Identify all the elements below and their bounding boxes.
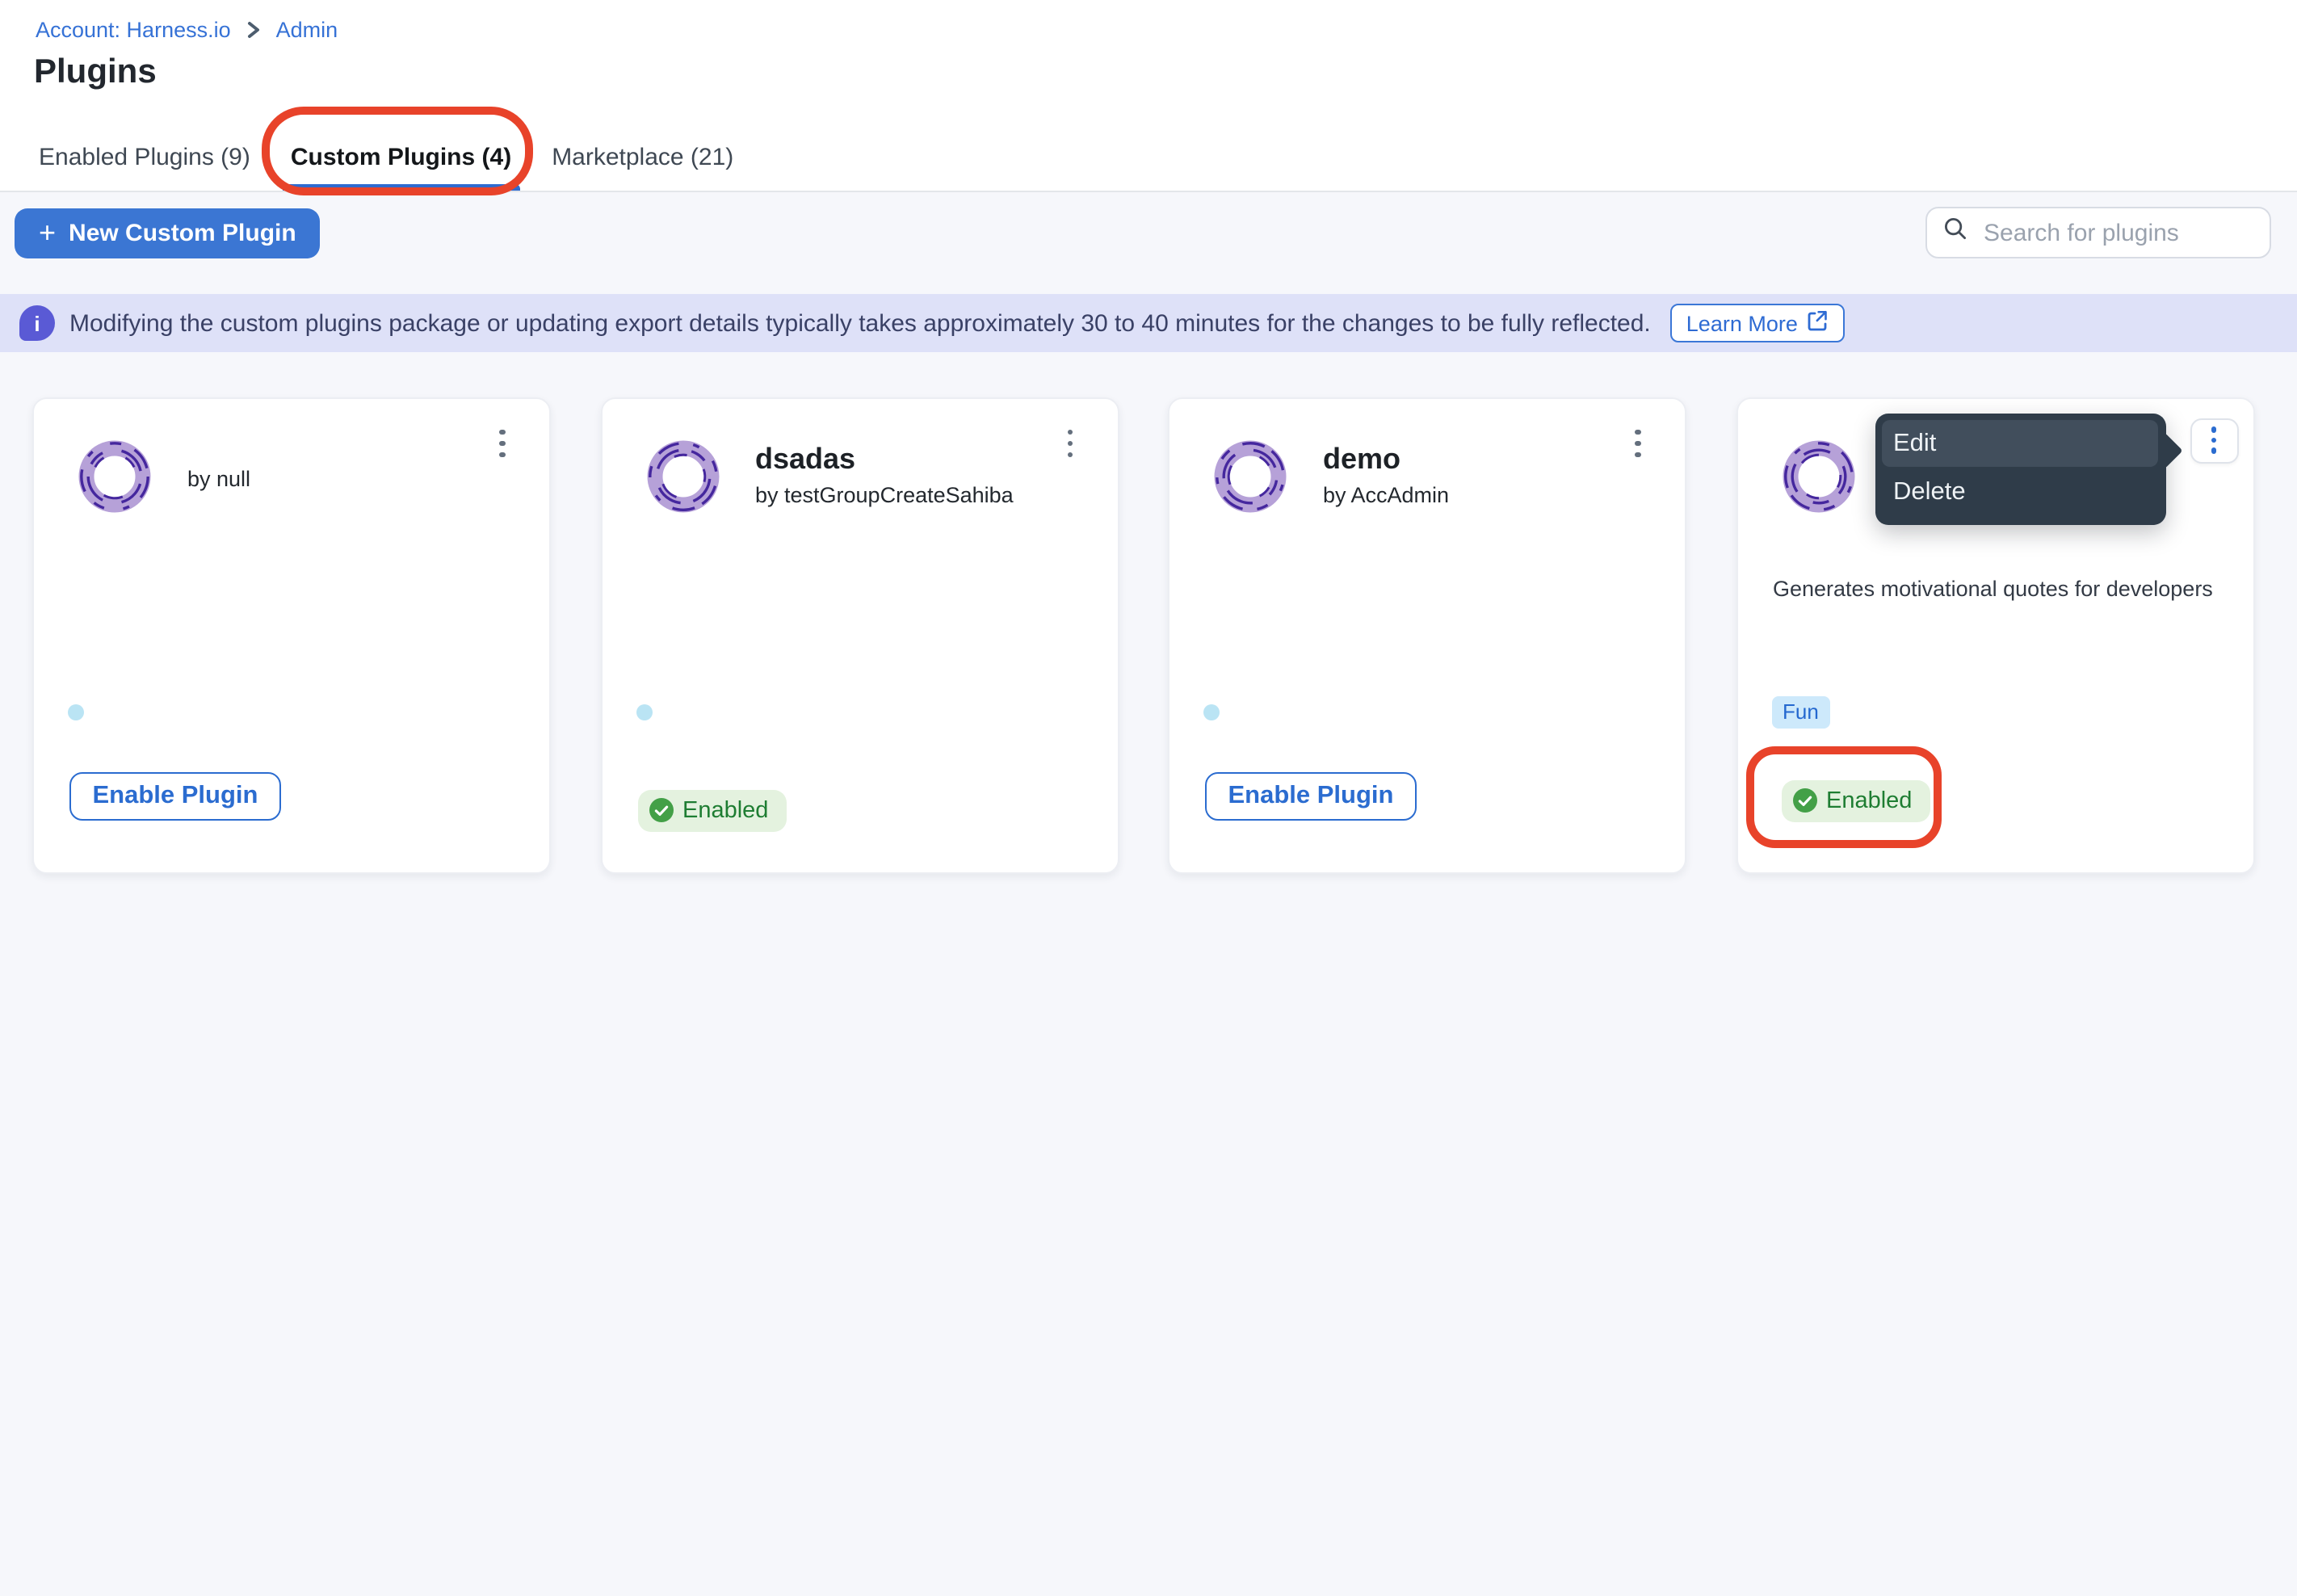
plugin-description: Generates motivational quotes for develo… xyxy=(1773,576,2224,600)
page-header: Account: Harness.io Admin Plugins Enable… xyxy=(0,0,2297,192)
info-banner-text: Modifying the custom plugins package or … xyxy=(69,309,1651,337)
plugins-page: Account: Harness.io Admin Plugins Enable… xyxy=(0,0,2297,1596)
status-badge-enabled: Enabled xyxy=(1781,779,1930,821)
search-box[interactable] xyxy=(1925,207,2271,258)
status-badge-label: Enabled xyxy=(1826,788,1912,813)
plugin-card: by null Enable Plugin xyxy=(32,397,551,873)
check-icon xyxy=(649,798,673,822)
plugin-author: by AccAdmin xyxy=(1323,482,1449,506)
kebab-menu-button-active[interactable] xyxy=(2190,418,2238,463)
enable-plugin-button[interactable]: Enable Plugin xyxy=(69,771,281,820)
external-link-icon xyxy=(1808,310,1829,336)
breadcrumb: Account: Harness.io Admin xyxy=(36,18,338,42)
plugin-title: dsadas xyxy=(755,442,855,476)
plugin-card: Generates motivational quotes for develo… xyxy=(1736,397,2254,873)
search-input[interactable] xyxy=(1980,217,2253,248)
plugin-author: by testGroupCreateSahiba xyxy=(755,482,1014,506)
status-badge-label: Enabled xyxy=(682,797,768,823)
toolbar: + New Custom Plugin xyxy=(0,192,2297,294)
tab-custom-plugins-label: Custom Plugins (4) xyxy=(291,143,511,170)
check-icon xyxy=(1792,788,1816,813)
menu-item-edit[interactable]: Edit xyxy=(1882,420,2158,467)
plus-icon: + xyxy=(39,217,56,246)
plugin-author: by null xyxy=(187,466,250,490)
kebab-menu-icon[interactable] xyxy=(1056,422,1085,464)
page-title: Plugins xyxy=(34,53,157,92)
chevron-right-icon xyxy=(246,21,262,39)
plugin-title: demo xyxy=(1323,442,1400,476)
kebab-menu-icon[interactable] xyxy=(1623,422,1652,464)
breadcrumb-account-link[interactable]: Account: Harness.io xyxy=(36,18,231,42)
new-custom-plugin-label: New Custom Plugin xyxy=(69,220,296,247)
breadcrumb-admin-link[interactable]: Admin xyxy=(276,18,338,42)
enable-plugin-button[interactable]: Enable Plugin xyxy=(1205,771,1417,820)
learn-more-label: Learn More xyxy=(1686,311,1798,335)
tag-placeholder-dot xyxy=(636,704,652,720)
tab-bar: Enabled Plugins (9) Custom Plugins (4) M… xyxy=(39,123,733,191)
tab-marketplace[interactable]: Marketplace (21) xyxy=(552,123,733,191)
plugin-tag: Fun xyxy=(1771,695,1830,728)
plugin-logo-icon xyxy=(1779,437,1857,514)
tab-custom-plugins[interactable]: Custom Plugins (4) xyxy=(291,123,511,191)
learn-more-button[interactable]: Learn More xyxy=(1670,304,1845,342)
status-badge-enabled: Enabled xyxy=(637,789,786,831)
plugin-card: dsadas by testGroupCreateSahiba Enabled xyxy=(600,397,1119,873)
tag-placeholder-dot xyxy=(1203,704,1220,720)
search-icon xyxy=(1943,216,1967,249)
plugin-card-grid: by null Enable Plugin dsadas by testGrou… xyxy=(0,352,2297,873)
info-banner: i Modifying the custom plugins package o… xyxy=(0,294,2297,352)
info-icon: i xyxy=(19,305,55,341)
new-custom-plugin-button[interactable]: + New Custom Plugin xyxy=(15,208,321,258)
plugin-logo-icon xyxy=(1211,437,1289,514)
plugin-logo-icon xyxy=(76,437,153,514)
menu-item-delete[interactable]: Delete xyxy=(1882,468,2158,515)
plugin-card: demo by AccAdmin Enable Plugin xyxy=(1168,397,1686,873)
context-menu: Edit Delete xyxy=(1875,413,2165,524)
tab-enabled-plugins[interactable]: Enabled Plugins (9) xyxy=(39,123,250,191)
plugin-logo-icon xyxy=(644,437,721,514)
kebab-menu-icon[interactable] xyxy=(488,422,517,464)
tag-placeholder-dot xyxy=(68,704,84,720)
